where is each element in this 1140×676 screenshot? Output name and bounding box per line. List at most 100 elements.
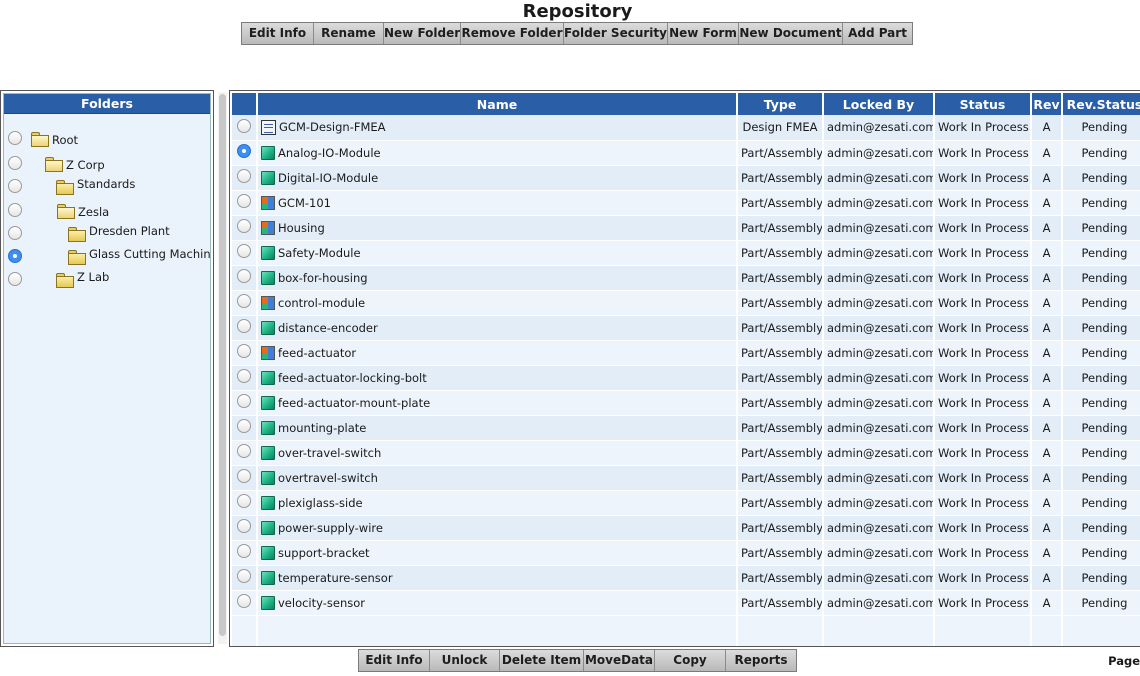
table-row[interactable]: GCM-Design-FMEA Design FMEA admin@zesati.c… bbox=[232, 115, 1140, 141]
table-row[interactable]: Safety-Module Part/Assembly admin@zesati.c… bbox=[232, 240, 1140, 266]
column-header-rev-status[interactable]: Rev.Status bbox=[1062, 93, 1140, 115]
item-name-link[interactable]: Digital-IO-Module bbox=[278, 171, 378, 185]
table-row[interactable]: plexiglass-side Part/Assembly admin@zesati… bbox=[232, 490, 1140, 516]
table-row[interactable]: distance-encoder Part/Assembly admin@zesat… bbox=[232, 315, 1140, 341]
new-form-button[interactable]: New Form bbox=[668, 23, 739, 44]
row-radio[interactable] bbox=[237, 569, 251, 583]
item-name-link[interactable]: feed-actuator-mount-plate bbox=[278, 396, 430, 410]
folder-label[interactable]: Z Corp bbox=[66, 158, 105, 172]
row-radio[interactable] bbox=[237, 319, 251, 333]
folder-item-root[interactable]: Root bbox=[4, 127, 210, 149]
item-name-link[interactable]: Housing bbox=[278, 221, 325, 235]
row-radio[interactable] bbox=[237, 519, 251, 533]
item-name-link[interactable]: GCM-101 bbox=[278, 196, 331, 210]
folder-item-z-corp[interactable]: Z Corp bbox=[4, 152, 210, 174]
folder-item-dresden-plant[interactable]: Dresden Plant bbox=[4, 222, 210, 244]
table-row[interactable]: overtravel-switch Part/Assembly admin@zesa… bbox=[232, 465, 1140, 491]
row-radio[interactable] bbox=[237, 294, 251, 308]
row-radio[interactable] bbox=[237, 144, 251, 158]
row-radio[interactable] bbox=[237, 344, 251, 358]
folder-radio[interactable] bbox=[8, 156, 22, 170]
delete-item-item-button[interactable]: Delete Item bbox=[500, 650, 584, 671]
table-row[interactable]: Digital-IO-Module Part/Assembly admin@zesa… bbox=[232, 165, 1140, 191]
table-row[interactable]: Housing Part/Assembly admin@zesati.com Work… bbox=[232, 215, 1140, 241]
row-radio[interactable] bbox=[237, 544, 251, 558]
row-radio[interactable] bbox=[237, 219, 251, 233]
table-row[interactable]: temperature-sensor Part/Assembly admin@zes… bbox=[232, 565, 1140, 591]
item-name-link[interactable]: mounting-plate bbox=[278, 421, 366, 435]
remove-folder-button[interactable]: Remove Folder bbox=[461, 23, 564, 44]
reports-item-button[interactable]: Reports bbox=[726, 650, 796, 671]
folder-label[interactable]: Dresden Plant bbox=[89, 224, 170, 238]
scrollbar-thumb[interactable] bbox=[219, 94, 226, 636]
movedata-item-button[interactable]: MoveData bbox=[584, 650, 655, 671]
folder-item-standards[interactable]: Standards bbox=[4, 175, 210, 197]
folder-label[interactable]: Z Lab bbox=[77, 270, 109, 284]
new-document-button[interactable]: New Document bbox=[739, 23, 843, 44]
folder-item-z-lab[interactable]: Z Lab bbox=[4, 268, 210, 290]
folder-label[interactable]: Root bbox=[52, 133, 78, 147]
item-name-link[interactable]: plexiglass-side bbox=[278, 496, 363, 510]
edit-info-button[interactable]: Edit Info bbox=[242, 23, 314, 44]
table-row[interactable]: velocity-sensor Part/Assembly admin@zesati… bbox=[232, 590, 1140, 616]
table-row[interactable]: feed-actuator Part/Assembly admin@zesati.c… bbox=[232, 340, 1140, 366]
row-radio[interactable] bbox=[237, 244, 251, 258]
rename-button[interactable]: Rename bbox=[314, 23, 384, 44]
table-row[interactable]: feed-actuator-mount-plate Part/Assembly ad… bbox=[232, 390, 1140, 416]
folder-item-glass-cutting-machine[interactable]: Glass Cutting Machine bbox=[4, 245, 210, 267]
row-radio[interactable] bbox=[237, 419, 251, 433]
unlock-item-button[interactable]: Unlock bbox=[430, 650, 500, 671]
copy-item-button[interactable]: Copy bbox=[655, 650, 726, 671]
item-name-link[interactable]: support-bracket bbox=[278, 546, 370, 560]
column-header-type[interactable]: Type bbox=[737, 93, 824, 115]
column-header-name[interactable]: Name bbox=[257, 93, 738, 115]
table-row[interactable]: box-for-housing Part/Assembly admin@zesati… bbox=[232, 265, 1140, 291]
folder-radio[interactable] bbox=[8, 179, 22, 193]
row-radio[interactable] bbox=[237, 394, 251, 408]
folder-radio[interactable] bbox=[8, 249, 22, 263]
row-radio[interactable] bbox=[237, 269, 251, 283]
item-name-link[interactable]: temperature-sensor bbox=[278, 571, 393, 585]
item-name-link[interactable]: feed-actuator-locking-bolt bbox=[278, 371, 427, 385]
item-name-link[interactable]: power-supply-wire bbox=[278, 521, 383, 535]
table-row[interactable]: mounting-plate Part/Assembly admin@zesati.… bbox=[232, 415, 1140, 441]
edit-info-item-button[interactable]: Edit Info bbox=[359, 650, 430, 671]
table-row[interactable]: control-module Part/Assembly admin@zesati.… bbox=[232, 290, 1140, 316]
folder-radio[interactable] bbox=[8, 131, 22, 145]
item-name-link[interactable]: GCM-Design-FMEA bbox=[279, 120, 386, 134]
item-name-link[interactable]: distance-encoder bbox=[278, 321, 378, 335]
folder-radio[interactable] bbox=[8, 226, 22, 240]
row-radio[interactable] bbox=[237, 444, 251, 458]
item-name-link[interactable]: velocity-sensor bbox=[278, 596, 365, 610]
folder-radio[interactable] bbox=[8, 203, 22, 217]
folder-item-zesla[interactable]: Zesla bbox=[4, 199, 210, 221]
column-header-rev[interactable]: Rev bbox=[1031, 93, 1063, 115]
item-name-link[interactable]: over-travel-switch bbox=[278, 446, 381, 460]
table-row[interactable]: support-bracket Part/Assembly admin@zesati… bbox=[232, 540, 1140, 566]
folder-label[interactable]: Zesla bbox=[78, 205, 109, 219]
row-radio[interactable] bbox=[237, 494, 251, 508]
add-part-button[interactable]: Add Part bbox=[843, 23, 912, 44]
table-row[interactable]: power-supply-wire Part/Assembly admin@zesa… bbox=[232, 515, 1140, 541]
column-header-status[interactable]: Status bbox=[934, 93, 1032, 115]
row-radio[interactable] bbox=[237, 369, 251, 383]
new-folder-button[interactable]: New Folder bbox=[384, 23, 461, 44]
table-row[interactable]: over-travel-switch Part/Assembly admin@zes… bbox=[232, 440, 1140, 466]
table-row[interactable]: Analog-IO-Module Part/Assembly admin@zesat… bbox=[232, 140, 1140, 166]
item-name-link[interactable]: Safety-Module bbox=[278, 246, 361, 260]
item-name-link[interactable]: box-for-housing bbox=[278, 271, 368, 285]
column-header-locked-by[interactable]: Locked By bbox=[823, 93, 935, 115]
folder-radio[interactable] bbox=[8, 272, 22, 286]
folder-label[interactable]: Standards bbox=[77, 177, 135, 191]
item-name-link[interactable]: Analog-IO-Module bbox=[278, 146, 381, 160]
item-name-link[interactable]: feed-actuator bbox=[278, 346, 356, 360]
table-row[interactable]: feed-actuator-locking-bolt Part/Assembly a… bbox=[232, 365, 1140, 391]
folder-security-button[interactable]: Folder Security bbox=[564, 23, 668, 44]
row-radio[interactable] bbox=[237, 469, 251, 483]
folder-label[interactable]: Glass Cutting Machine bbox=[89, 247, 210, 261]
row-radio[interactable] bbox=[237, 194, 251, 208]
row-radio[interactable] bbox=[237, 118, 251, 133]
table-row[interactable]: GCM-101 Part/Assembly admin@zesati.com Work… bbox=[232, 190, 1140, 216]
panel-scrollbar[interactable] bbox=[218, 92, 227, 644]
row-radio[interactable] bbox=[237, 169, 251, 183]
